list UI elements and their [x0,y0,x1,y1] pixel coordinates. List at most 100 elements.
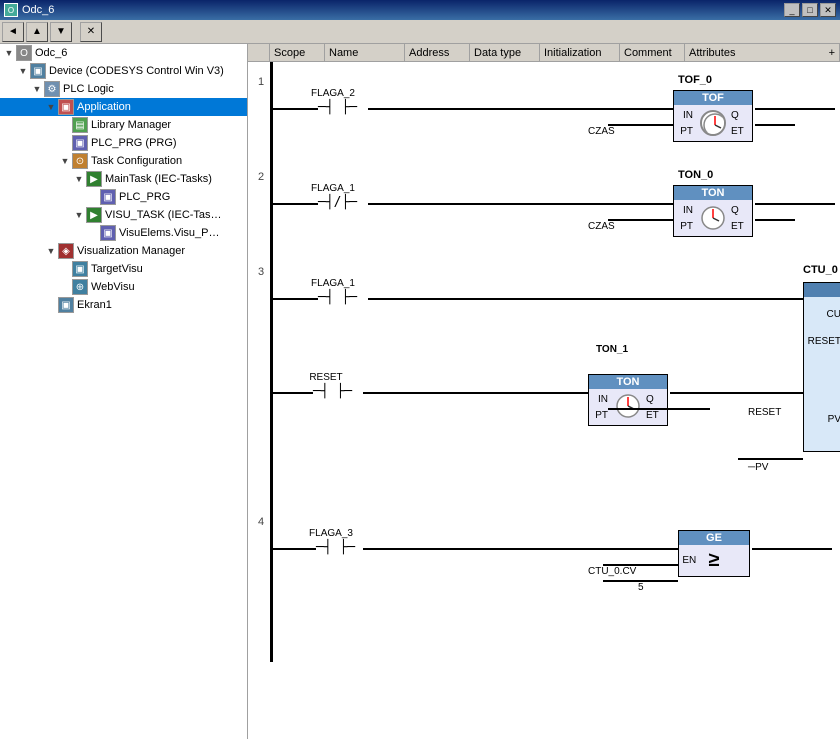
tree-label-libmgr: Library Manager [91,119,171,131]
rung-3: 3 CTU_0 FLAGA_1 ─┤ ├─ TON_1 RESET ─┤ ├─ [248,262,840,502]
ctu-title: CTU [804,283,840,297]
tree-expander-plclogic[interactable]: ▼ [30,84,44,94]
tree-icon-taskconf: ⊙ [72,153,88,169]
const-5-label: 5 [638,582,644,593]
close-item-button[interactable]: ✕ [80,22,102,42]
tree-expander-maintask[interactable]: ▼ [72,174,86,184]
ge-title: GE [679,531,749,545]
col-comment: Comment [620,44,685,61]
ladder-area[interactable]: 1 TOF_0 FLAGA_2 ─┤ ├─ CZAS [248,62,840,739]
ctu-pv-pin: PV [807,410,840,428]
tof-in-pin: IN [677,107,695,123]
tree-expander-taskconf[interactable]: ▼ [58,156,72,166]
tree-icon-webvisu: ⊕ [72,279,88,295]
ton0-et-pin: ET [731,218,749,234]
tree-expander-device[interactable]: ▼ [16,66,30,76]
rung-4-number: 4 [252,516,270,528]
contact-4-no: ─┤ ├─ [316,540,355,555]
col-resize-icon[interactable]: + [829,47,835,59]
rung-1: 1 TOF_0 FLAGA_2 ─┤ ├─ CZAS [248,72,840,162]
ton1-title: TON [589,375,667,389]
tree-label-odc6: Odc_6 [35,47,67,59]
app-icon: O [4,3,18,17]
tree: ▼OOdc_6▼▣Device (CODESYS Control Win V3)… [0,44,247,314]
tree-expander-visutask[interactable]: ▼ [72,210,86,220]
tree-icon-ekran1: ▣ [58,297,74,313]
wire-2b [368,203,673,205]
wire-3e [670,392,808,394]
wire-ge-out [752,548,832,550]
close-button[interactable]: ✕ [820,3,836,17]
back-button[interactable]: ◄ [2,22,24,42]
ton-block-r3: TON IN PT [588,374,668,426]
window-controls[interactable]: _ □ ✕ [784,3,836,17]
tof-title: TOF [674,91,752,105]
toolbar: ◄ ▲ ▼ ✕ [0,20,840,44]
tree-item-visuelems[interactable]: ▣VisuElems.Visu_P… [0,224,247,242]
flaga2-label: FLAGA_2 [308,88,358,99]
tree-label-visutask: VISU_TASK (IEC-Tas… [105,209,222,221]
ton0-label: TON_0 [678,169,713,181]
tree-item-libmgr[interactable]: ▤Library Manager [0,116,247,134]
wire-5-to-ge [603,580,678,582]
ton1-q-pin: Q [646,391,664,407]
tree-item-ekran1[interactable]: ▣Ekran1 [0,296,247,314]
tree-icon-maintask: ▶ [86,171,102,187]
rung-2: 2 TON_0 FLAGA_1 ─┤/├─ CZAS [248,167,840,257]
tree-icon-vismgr: ◈ [58,243,74,259]
wire-3d [363,392,588,394]
tree-item-device[interactable]: ▼▣Device (CODESYS Control Win V3) [0,62,247,80]
column-headers: Scope Name Address Data type Initializat… [248,44,840,62]
minimize-button[interactable]: _ [784,3,800,17]
tree-label-vismgr: Visualization Manager [77,245,185,257]
col-address: Address [405,44,470,61]
tree-item-plcprg2[interactable]: ▣PLC_PRG [0,188,247,206]
ge-sym: ≥ [699,545,728,576]
ctu0-label: CTU_0 [803,264,838,276]
tree-label-plclogic: PLC Logic [63,83,114,95]
title-bar: O Odc_6 _ □ ✕ [0,0,840,20]
tree-icon-odc6: O [16,45,32,61]
tof-block: TOF IN PT [673,90,753,142]
tree-item-plcprg[interactable]: ▣PLC_PRG (PRG) [0,134,247,152]
tree-item-webvisu[interactable]: ⊕WebVisu [0,278,247,296]
tof-clock-icon [700,110,726,136]
tree-item-visutask[interactable]: ▼▶VISU_TASK (IEC-Tas… [0,206,247,224]
tree-expander-application[interactable]: ▼ [44,102,58,112]
tree-icon-plclogic: ⚙ [44,81,60,97]
tree-label-visuelems: VisuElems.Visu_P… [119,227,219,239]
tree-icon-plcprg2: ▣ [100,189,116,205]
tof-et-pin: ET [731,123,749,139]
up-button[interactable]: ▲ [26,22,48,42]
wire-4b [363,548,678,550]
wire-ctu-cv-to-ge [603,564,678,566]
tree-item-maintask[interactable]: ▼▶MainTask (IEC-Tasks) [0,170,247,188]
wire-czas-1 [608,124,673,126]
tree-expander-odc6[interactable]: ▼ [2,48,16,58]
tree-item-vismgr[interactable]: ▼◈Visualization Manager [0,242,247,260]
tree-item-taskconf[interactable]: ▼⊙Task Configuration [0,152,247,170]
tree-item-targetvisu[interactable]: ▣TargetVisu [0,260,247,278]
tree-label-device: Device (CODESYS Control Win V3) [49,65,224,77]
contact-2-nc: ─┤/├─ [318,195,357,210]
wire-1c [755,108,835,110]
rung-1-number: 1 [252,76,270,88]
tree-item-application[interactable]: ▼▣Application [0,98,247,116]
col-init: Initialization [540,44,620,61]
tree-item-odc6[interactable]: ▼OOdc_6 [0,44,247,62]
wire-3c [273,392,313,394]
wire-2a [273,203,318,205]
wire-1d [755,124,795,126]
right-panel: Scope Name Address Data type Initializat… [248,44,840,739]
maximize-button[interactable]: □ [802,3,818,17]
down-button[interactable]: ▼ [50,22,72,42]
ge-block: GE EN ≥ [678,530,750,577]
wire-3b [368,298,808,300]
tree-icon-plcprg: ▣ [72,135,88,151]
tree-label-taskconf: Task Configuration [91,155,182,167]
tree-item-plclogic[interactable]: ▼⚙PLC Logic [0,80,247,98]
ton0-pt-pin: PT [677,218,695,234]
reset-ctu-label: RESET [748,407,781,418]
tree-expander-vismgr[interactable]: ▼ [44,246,58,256]
rung-3-number: 3 [252,266,270,278]
